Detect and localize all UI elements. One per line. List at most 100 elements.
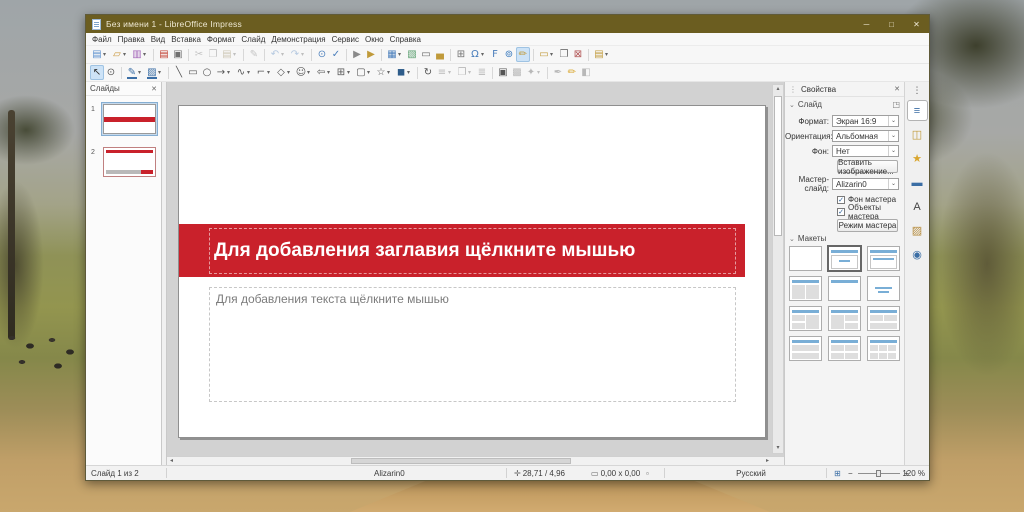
insert-line-button[interactable]: ╲ — [172, 65, 186, 80]
fontwork-button[interactable]: F — [488, 47, 502, 62]
slide-properties-dropdown-icon[interactable]: ▾ — [605, 51, 611, 58]
save-dropdown-icon[interactable]: ▾ — [143, 51, 149, 58]
layout-title-two-content[interactable] — [789, 276, 822, 301]
new-slide-dropdown-icon[interactable]: ▾ — [550, 51, 556, 58]
layout-centered-text[interactable] — [867, 276, 900, 301]
select-button[interactable]: ↖ — [90, 65, 104, 80]
master-slide-select[interactable]: Alizarin0 ⌄ — [832, 178, 899, 190]
layout-title-content[interactable] — [867, 246, 900, 271]
export-pdf-button[interactable]: ▤ — [157, 47, 171, 62]
open-file-button[interactable]: ▱▾ — [110, 47, 130, 62]
block-arrows-dropdown-icon[interactable]: ▾ — [327, 69, 333, 76]
layout-title-only[interactable] — [828, 276, 861, 301]
dialog-launcher-icon[interactable]: ◳ — [892, 100, 900, 109]
new-document-button[interactable]: ▤▾ — [90, 47, 110, 62]
fill-color-button[interactable]: ▨▾ — [145, 65, 165, 80]
tab-slide-transition[interactable]: ◫ — [908, 125, 927, 144]
insert-image-button[interactable]: ▧ — [405, 47, 419, 62]
print-button[interactable]: ▣ — [171, 47, 185, 62]
tab-animation[interactable]: ★ — [908, 149, 927, 168]
title-placeholder[interactable]: Для добавления заглавия щёлкните мышью — [209, 228, 736, 274]
layout-title-slide[interactable] — [828, 246, 861, 271]
horizontal-scrollbar[interactable]: ◂ ▸ — [167, 456, 786, 465]
vertical-scrollbar[interactable]: ▴ ▾ — [772, 84, 784, 454]
basic-shapes-dropdown-icon[interactable]: ▾ — [287, 69, 293, 76]
menu-help[interactable]: Справка — [387, 33, 424, 45]
master-objects-checkbox[interactable]: ✓ — [837, 208, 845, 216]
block-arrows-button[interactable]: ⇦▾ — [314, 65, 334, 80]
tab-master-slides[interactable]: ▬ — [908, 173, 927, 192]
3d-objects-button[interactable]: ◼▾ — [394, 65, 414, 80]
connectors-dropdown-icon[interactable]: ▾ — [267, 69, 273, 76]
paste-dropdown-icon[interactable]: ▾ — [233, 51, 239, 58]
scroll-down-icon[interactable]: ▾ — [773, 444, 783, 453]
star-shapes-button[interactable]: ☆▾ — [374, 65, 394, 80]
arrange-dropdown-icon[interactable]: ▾ — [468, 69, 474, 76]
curves-and-polygons-dropdown-icon[interactable]: ▾ — [247, 69, 253, 76]
insert-table-button[interactable]: ▦▾ — [385, 47, 405, 62]
find-replace-button[interactable]: ⊙ — [315, 47, 329, 62]
special-character-dropdown-icon[interactable]: ▾ — [481, 51, 487, 58]
align-objects-dropdown-icon[interactable]: ▾ — [448, 69, 454, 76]
new-slide-button[interactable]: ▭▾ — [537, 47, 557, 62]
master-background-checkbox[interactable]: ✓ — [837, 196, 845, 204]
spelling-button[interactable]: ✓ — [329, 47, 343, 62]
menu-window[interactable]: Окно — [362, 33, 387, 45]
shadow-button[interactable]: ▣ — [496, 65, 510, 80]
show-draw-functions-button[interactable]: ✏ — [516, 47, 530, 62]
zoom-slider[interactable] — [858, 473, 900, 474]
menu-slideshow[interactable]: Демонстрация — [268, 33, 328, 45]
chevron-down-icon[interactable]: ⌄ — [888, 116, 898, 126]
menu-slide[interactable]: Слайд — [238, 33, 268, 45]
rectangle-button[interactable]: ▭ — [186, 65, 200, 80]
curves-and-polygons-button[interactable]: ∿▾ — [234, 65, 254, 80]
tab-navigator[interactable]: ◉ — [908, 245, 927, 264]
lines-and-arrows-button[interactable]: →▾ — [214, 65, 234, 80]
tab-gallery[interactable]: ▨ — [908, 221, 927, 240]
maximize-button[interactable]: □ — [879, 15, 904, 33]
delete-slide-button[interactable]: ⊠ — [571, 47, 585, 62]
layout-four-content[interactable] — [828, 336, 861, 361]
image-filter-dropdown-icon[interactable]: ▾ — [537, 69, 543, 76]
layout-two-content-over-content[interactable] — [867, 306, 900, 331]
document-modified-icon[interactable]: ▫ — [646, 469, 649, 478]
slide-properties-button[interactable]: ▤▾ — [592, 47, 612, 62]
insert-image-button[interactable]: Вставить изображение... — [837, 160, 898, 173]
orientation-select[interactable]: Альбомная ⌄ — [832, 130, 899, 142]
layout-content-and-two-content[interactable] — [828, 306, 861, 331]
new-document-dropdown-icon[interactable]: ▾ — [103, 51, 109, 58]
background-select[interactable]: Нет ⌄ — [832, 145, 899, 157]
chevron-down-icon[interactable]: ⌄ — [888, 179, 898, 189]
tab-properties[interactable]: ≡ — [908, 101, 927, 120]
tab-styles[interactable]: A — [908, 197, 927, 216]
menu-insert[interactable]: Вставка — [168, 33, 204, 45]
start-from-first-slide-button[interactable]: ▶ — [350, 47, 364, 62]
callout-shapes-button[interactable]: ▢▾ — [354, 65, 374, 80]
special-character-button[interactable]: Ω▾ — [468, 47, 488, 62]
chevron-down-icon[interactable]: ⌄ — [888, 131, 898, 141]
open-file-dropdown-icon[interactable]: ▾ — [123, 51, 129, 58]
basic-shapes-button[interactable]: ◇▾ — [274, 65, 294, 80]
chevron-down-icon[interactable]: ⌄ — [888, 146, 898, 156]
fill-color-dropdown-icon[interactable]: ▾ — [158, 69, 164, 76]
fit-slide-icon[interactable]: ⊞ — [834, 466, 841, 480]
callout-shapes-dropdown-icon[interactable]: ▾ — [367, 69, 373, 76]
layout-content-over-content[interactable] — [789, 336, 822, 361]
layout-two-content-and-content[interactable] — [789, 306, 822, 331]
connectors-button[interactable]: ⌐▾ — [254, 65, 274, 80]
lines-and-arrows-dropdown-icon[interactable]: ▾ — [227, 69, 233, 76]
insert-chart-button[interactable]: ▄ — [433, 47, 447, 62]
show-glue-points-button[interactable]: ✏ — [565, 65, 579, 80]
slides-panel-close-icon[interactable]: ✕ — [151, 85, 157, 93]
flowchart-shapes-button[interactable]: ⊞▾ — [334, 65, 354, 80]
title-bar[interactable]: Без имени 1 - LibreOffice Impress ─ □ ✕ — [86, 15, 929, 33]
format-select[interactable]: Экран 16:9 ⌄ — [832, 115, 899, 127]
zoom-pan-button[interactable]: ⊙ — [104, 65, 118, 80]
vertical-scroll-thumb[interactable] — [774, 96, 782, 236]
insert-text-box-button[interactable]: ▭ — [419, 47, 433, 62]
redo-dropdown-icon[interactable]: ▾ — [301, 51, 307, 58]
sidebar-menu-icon[interactable]: ⋮ — [908, 84, 927, 96]
duplicate-slide-button[interactable]: ❐ — [557, 47, 571, 62]
slide-thumbnail-1[interactable] — [103, 104, 156, 134]
rotate-button[interactable]: ↻ — [421, 65, 435, 80]
